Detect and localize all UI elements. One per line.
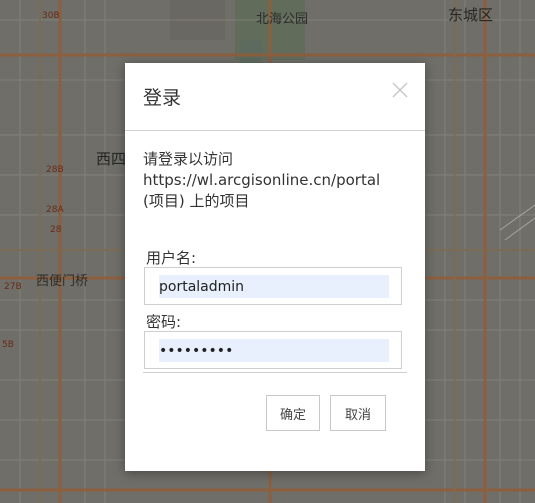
login-dialog: 登录 请登录以访问 https://wl.arcgisonline.cn/por… (125, 63, 425, 471)
username-input[interactable] (159, 275, 389, 298)
map-label-dongcheng: 东城区 (448, 6, 494, 24)
password-field[interactable] (144, 331, 402, 369)
message-line-3: (项目) 上的项目 (143, 192, 250, 210)
message-portal-url: https://wl.arcgisonline.cn/portal (143, 171, 381, 189)
dialog-header: 登录 (125, 63, 425, 131)
dialog-title: 登录 (143, 87, 182, 109)
login-message: 请登录以访问 https://wl.arcgisonline.cn/portal… (143, 149, 413, 212)
username-field[interactable] (144, 267, 402, 305)
close-icon[interactable] (391, 81, 409, 99)
map-label-xibianmen: 西便门桥 (36, 274, 89, 289)
map-label-route-28b: 28B (46, 165, 64, 175)
map-label-route-5b: 5B (2, 340, 14, 350)
password-label: 密码: (146, 313, 182, 331)
map-label-xisi: 西四 (96, 150, 127, 168)
form-divider (143, 372, 407, 373)
message-line-1: 请登录以访问 (143, 150, 234, 168)
map-label-route-28a: 28A (46, 205, 64, 215)
ok-button[interactable]: 确定 (266, 395, 320, 431)
username-label: 用户名: (146, 249, 197, 267)
map-label-beihai: 北海公园 (256, 12, 309, 27)
map-label-route-27b: 27B (4, 282, 22, 292)
map-label-route-28: 28 (50, 225, 62, 235)
password-input[interactable] (159, 339, 389, 362)
cancel-button[interactable]: 取消 (330, 395, 386, 431)
map-label-route-30b: 30B (42, 11, 60, 21)
